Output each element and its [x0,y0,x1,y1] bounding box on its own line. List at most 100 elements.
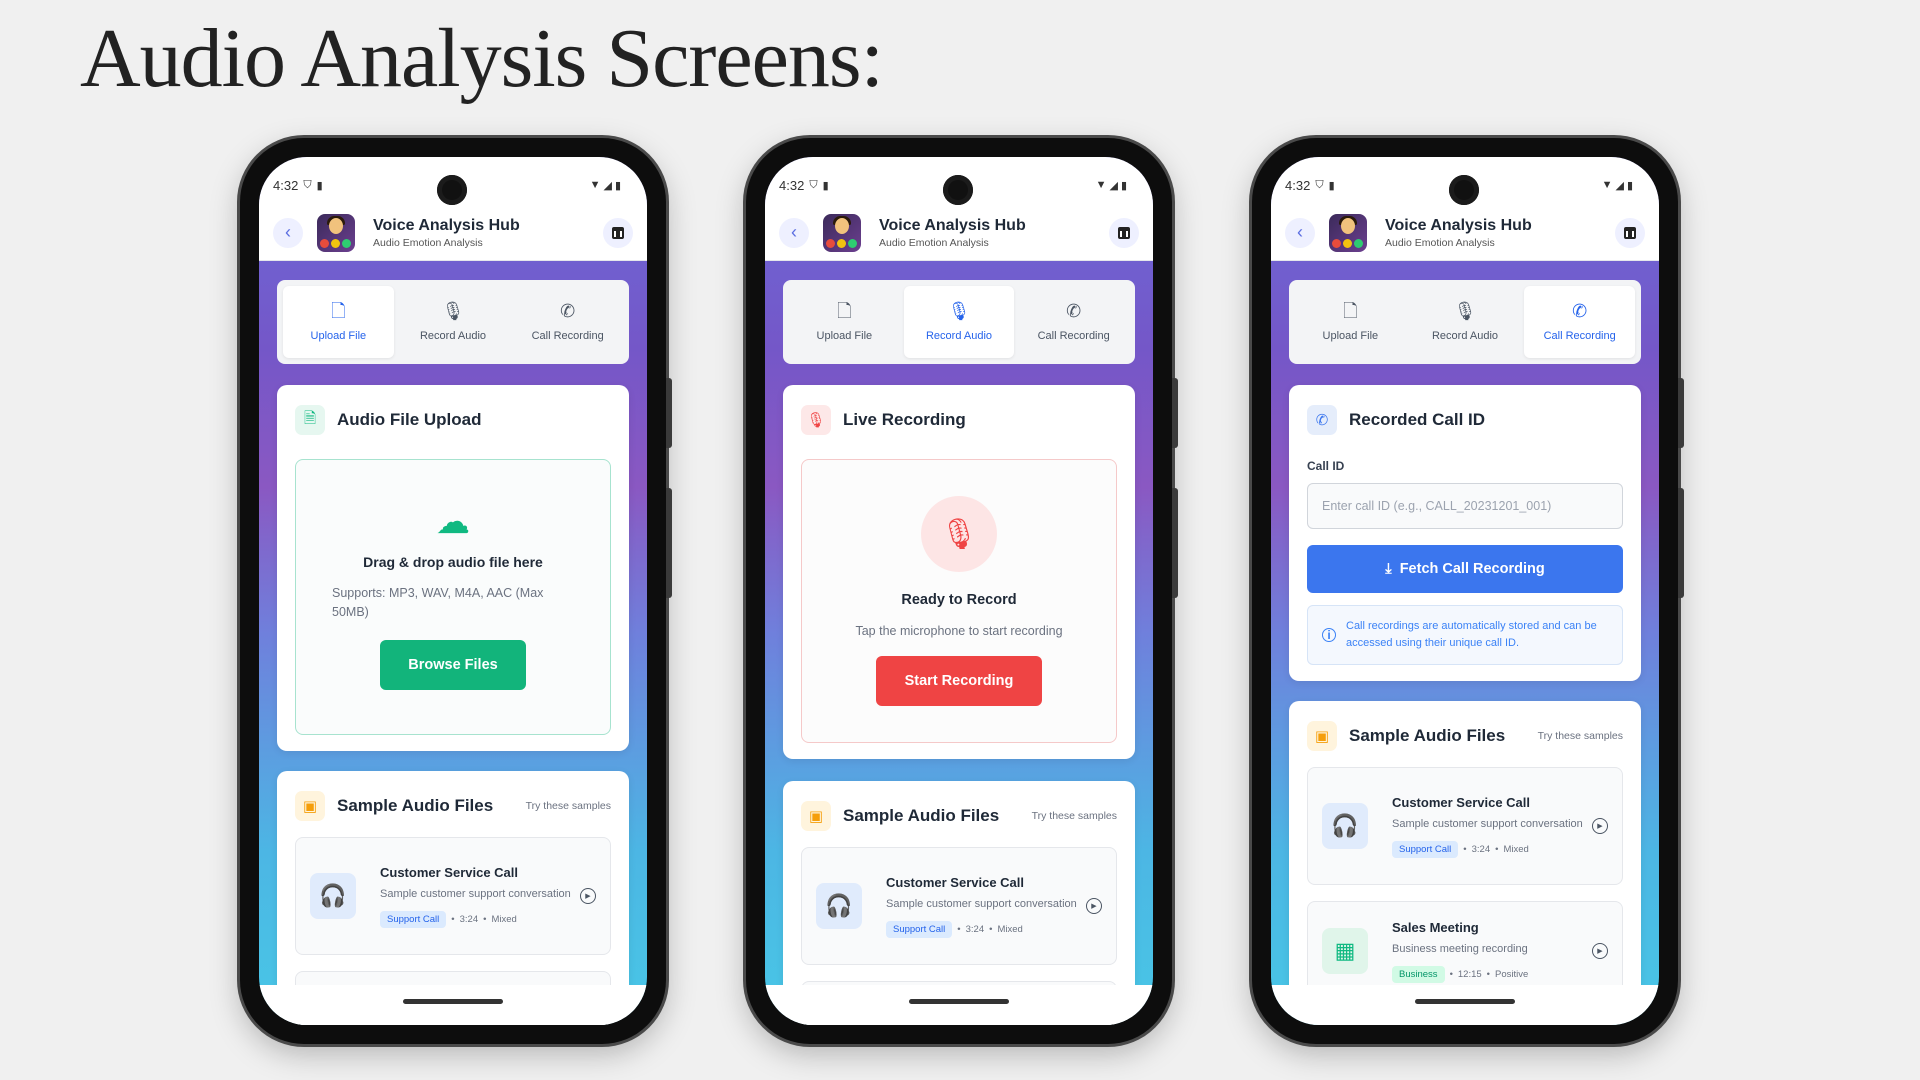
app-bar: ‹ Voice Analysis Hub Audio Emotion Analys… [259,205,647,261]
tab-call-recording[interactable]: ✆ Call Recording [512,286,623,358]
play-icon[interactable]: ▶ [1592,818,1608,834]
download-icon: ⤓ [1385,561,1392,577]
sample-item[interactable]: 🎧 Customer Service Call Sample customer … [801,847,1117,965]
sample-title: Customer Service Call [1392,794,1531,810]
sample-desc: Sample customer support conversation [380,887,571,900]
sample-sentiment: Mixed [1503,843,1529,855]
back-button[interactable]: ‹ [273,217,303,248]
phone-record: 4:32 ⛉ ▮ ▼ ◢ ▮ ‹ Voice Analysis Hub Audio Emo… [746,138,1178,1044]
camera [1449,175,1479,205]
mic-icon: 🎙 [939,517,979,551]
sample-duration: 3:24 [1471,843,1491,855]
sim-icon: ▮ [1328,179,1335,192]
app-subtitle: Audio Emotion Analysis [1385,236,1495,249]
call-id-input[interactable] [1307,483,1623,529]
sample-item[interactable]: 🎧 Customer Service Call Sample customer … [1307,767,1623,885]
phone-icon: ✆ [1307,405,1337,435]
drop-zone[interactable]: ☁ Drag & drop audio file here Supports: … [295,459,611,735]
signal-icon: ◢ [603,179,612,192]
phone-icon: ✆ [1572,301,1588,321]
slide-title: Audio Analysis Screens: [80,12,884,105]
start-recording-button[interactable]: Start Recording [876,656,1042,706]
status-time: 4:32 [1285,177,1311,193]
mic-icon: 🎙 [947,301,971,321]
info-text: Call recordings are automatically stored… [1346,620,1597,649]
record-hint: Tap the microphone to start recording [855,624,1063,638]
sample-duration: 3:24 [965,923,985,935]
tab-record-audio[interactable]: 🎙 Record Audio [903,286,1015,358]
sample-sentiment: Positive [1495,968,1529,980]
signal-icon: ◢ [1615,179,1624,192]
record-mic-button[interactable]: 🎙 [921,496,997,572]
play-icon[interactable]: ▶ [580,888,596,904]
tab-label: Upload File [1322,330,1379,342]
tab-bar: 🗋 Upload File 🎙 Record Audio ✆ Call Recordi… [1289,280,1641,364]
analytics-button[interactable] [603,217,633,248]
samples-icon: ▣ [801,801,831,831]
shield-icon: ⛉ [303,178,312,191]
sim-icon: ▮ [316,179,323,192]
fetch-label: Fetch Call Recording [1399,561,1545,577]
tab-label: Call Recording [531,330,604,342]
sample-item[interactable]: 🎧 Customer Service Call Sample customer … [295,837,611,955]
tab-record-audio[interactable]: 🎙 Record Audio [1410,286,1521,358]
sample-title: Customer Service Call [886,874,1025,890]
file-upload-icon: 🗋 [331,301,346,321]
record-zone: 🎙 Ready to Record Tap the microphone to … [801,459,1117,743]
chart-icon [1624,226,1636,239]
screen: 4:32 ⛉ ▮ ▼ ◢ ▮ ‹ Voice Analysis Hub Audio Emo… [1271,157,1659,1025]
tab-upload-file[interactable]: 🗋 Upload File [1295,286,1406,358]
battery-icon: ▮ [614,179,621,192]
fetch-call-button[interactable]: ⤓ Fetch Call Recording [1307,545,1623,593]
sample-title: Customer Service Call [380,864,519,880]
wifi-icon: ▼ [1601,179,1613,191]
home-indicator[interactable] [909,999,1009,1004]
tab-label: Call Recording [1543,330,1616,342]
samples-title: Sample Audio Files [337,796,494,815]
wifi-icon: ▼ [589,179,601,191]
app-title: Voice Analysis Hub [879,216,1026,234]
home-indicator[interactable] [1415,999,1515,1004]
play-icon[interactable]: ▶ [1592,943,1608,959]
back-button[interactable]: ‹ [1285,217,1315,248]
call-id-label: Call ID [1307,459,1345,473]
drop-title: Drag & drop audio file here [363,554,543,570]
tab-call-recording[interactable]: ✆ Call Recording [1524,286,1636,358]
info-icon: i [1322,628,1336,642]
battery-icon: ▮ [1120,179,1127,192]
phone-upload: 4:32 ⛉ ▮ ▼ ◢ ▮ ‹ Voice Analysis Hub Audio Emo… [240,138,672,1044]
sample-duration: 3:24 [459,913,479,925]
sim-icon: ▮ [822,179,829,192]
sample-tag: Support Call [380,910,447,928]
info-box: i Call recordings are automatically store… [1307,605,1623,665]
mic-icon: 🎙 [801,405,831,435]
tab-label: Call Recording [1037,330,1110,342]
tab-upload-file[interactable]: 🗋 Upload File [283,286,394,358]
app-logo [823,213,861,252]
ready-title: Ready to Record [901,592,1017,608]
sample-tag: Support Call [1392,840,1459,858]
chart-icon [1118,226,1130,239]
phone-call: 4:32 ⛉ ▮ ▼ ◢ ▮ ‹ Voice Analysis Hub Audio Emo… [1252,138,1684,1044]
screen: 4:32 ⛉ ▮ ▼ ◢ ▮ ‹ Voice Analysis Hub Audio Emo… [765,157,1153,1025]
samples-hint: Try these samples [525,800,611,812]
back-button[interactable]: ‹ [779,217,809,248]
tab-label: Upload File [310,330,367,342]
shield-icon: ⛉ [809,178,818,191]
tab-bar: 🗋 Upload File 🎙 Record Audio ✆ Call Recordi… [277,280,629,364]
analytics-button[interactable] [1109,217,1139,248]
tab-call-recording[interactable]: ✆ Call Recording [1018,286,1129,358]
status-time: 4:32 [273,177,299,193]
signal-icon: ◢ [1109,179,1118,192]
tab-upload-file[interactable]: 🗋 Upload File [789,286,900,358]
tab-record-audio[interactable]: 🎙 Record Audio [398,286,509,358]
upload-card: 🗎 Audio File Upload ☁ Drag & drop audio f… [277,385,629,751]
browse-files-button[interactable]: Browse Files [380,640,526,690]
home-indicator[interactable] [403,999,503,1004]
camera [437,175,467,205]
samples-hint: Try these samples [1537,730,1623,742]
play-icon[interactable]: ▶ [1086,898,1102,914]
tab-bar: 🗋 Upload File 🎙 Record Audio ✆ Call Recordi… [783,280,1135,364]
analytics-button[interactable] [1615,217,1645,248]
app-bar: ‹ Voice Analysis Hub Audio Emotion Analys… [765,205,1153,261]
